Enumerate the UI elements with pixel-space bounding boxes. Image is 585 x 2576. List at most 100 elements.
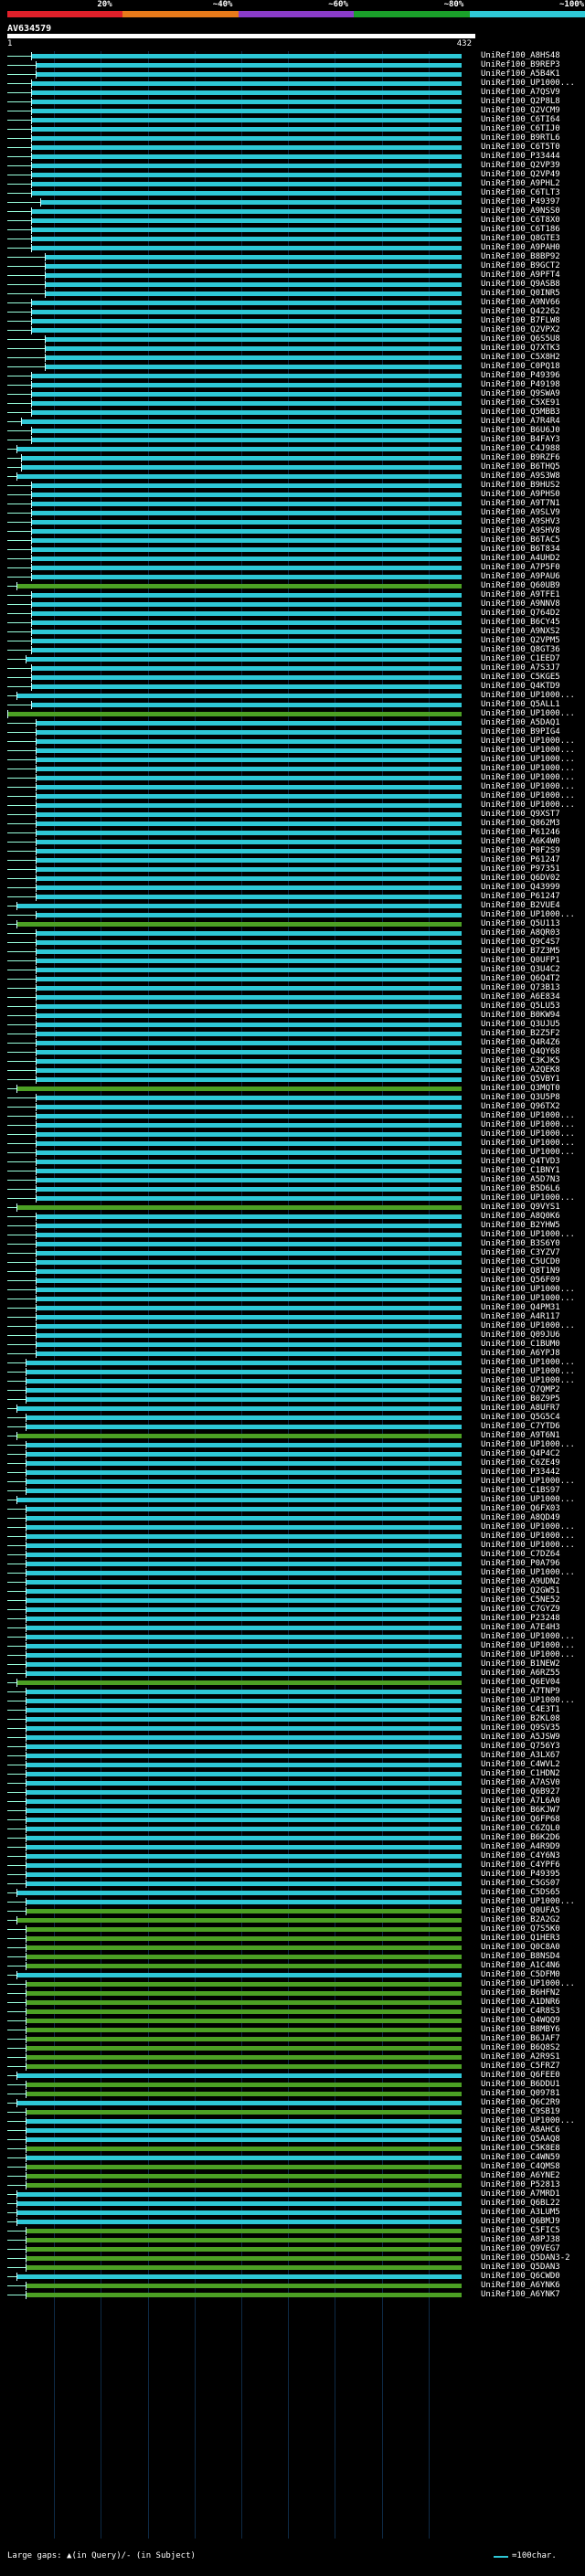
hit-bar[interactable]: [26, 1936, 462, 1941]
hit-label[interactable]: UniRef100_Q6FEE0: [481, 2071, 560, 2080]
hit-label[interactable]: UniRef100_P49395: [481, 1870, 560, 1879]
hit-row[interactable]: UniRef100_Q6BMJ9: [0, 2217, 585, 2226]
hit-bar[interactable]: [30, 639, 462, 643]
hit-bar[interactable]: [35, 1059, 462, 1064]
hit-bar[interactable]: [30, 328, 462, 333]
hit-bar[interactable]: [39, 200, 462, 205]
hit-bar[interactable]: [30, 438, 462, 442]
hit-row[interactable]: UniRef100_A1DNR6: [0, 1998, 585, 2007]
hit-label[interactable]: UniRef100_P61247: [481, 855, 560, 864]
hit-row[interactable]: UniRef100_C1BS97: [0, 1486, 585, 1495]
hit-bar[interactable]: [16, 447, 462, 451]
hit-label[interactable]: UniRef100_UP1000...: [481, 1541, 575, 1550]
hit-label[interactable]: UniRef100_A3LUM5: [481, 2208, 560, 2217]
hit-row[interactable]: UniRef100_Q5DAN3-2: [0, 2253, 585, 2263]
hit-bar[interactable]: [30, 154, 462, 159]
hit-row[interactable]: UniRef100_B1NEW2: [0, 1659, 585, 1669]
hit-row[interactable]: UniRef100_A9NNV8: [0, 599, 585, 609]
hit-bar[interactable]: [26, 1415, 462, 1420]
hit-label[interactable]: UniRef100_A9SHV3: [481, 517, 560, 526]
hit-bar[interactable]: [30, 557, 462, 561]
hit-row[interactable]: UniRef100_Q3UJU5: [0, 1020, 585, 1029]
hit-row[interactable]: UniRef100_C6TIJ0: [0, 124, 585, 133]
hit-row[interactable]: UniRef100_UP1000...: [0, 1568, 585, 1577]
hit-bar[interactable]: [30, 703, 462, 707]
hit-bar[interactable]: [26, 1818, 462, 1822]
hit-row[interactable]: UniRef100_P49395: [0, 1870, 585, 1879]
hit-row[interactable]: UniRef100_UP1000...: [0, 1522, 585, 1532]
hit-bar[interactable]: [26, 1553, 462, 1557]
hit-row[interactable]: UniRef100_Q9C4S7: [0, 938, 585, 947]
hit-label[interactable]: UniRef100_A8AHC6: [481, 2125, 560, 2135]
hit-bar[interactable]: [26, 1726, 462, 1731]
hit-row[interactable]: UniRef100_B6JAF7: [0, 2034, 585, 2043]
hit-label[interactable]: UniRef100_Q3MQT0: [481, 1084, 560, 1093]
hit-row[interactable]: UniRef100_UP1000...: [0, 791, 585, 800]
hit-label[interactable]: UniRef100_P49198: [481, 380, 560, 389]
hit-label[interactable]: UniRef100_UP1000...: [481, 1111, 575, 1120]
hit-label[interactable]: UniRef100_B9RZF6: [481, 453, 560, 462]
hit-bar[interactable]: [35, 1041, 462, 1045]
hit-row[interactable]: UniRef100_UP1000...: [0, 1193, 585, 1203]
hit-row[interactable]: UniRef100_B9RZF6: [0, 453, 585, 462]
hit-label[interactable]: UniRef100_A9PAH0: [481, 243, 560, 252]
hit-label[interactable]: UniRef100_C5FIC5: [481, 2226, 560, 2235]
hit-row[interactable]: UniRef100_A9PFT4: [0, 270, 585, 280]
hit-label[interactable]: UniRef100_C5GS07: [481, 1879, 560, 1888]
hit-bar[interactable]: [35, 730, 462, 735]
hit-bar[interactable]: [30, 502, 462, 506]
hit-row[interactable]: UniRef100_A8Q0K6: [0, 1212, 585, 1221]
hit-label[interactable]: UniRef100_B6HFN2: [481, 1988, 560, 1998]
hit-row[interactable]: UniRef100_P49397: [0, 197, 585, 207]
hit-bar[interactable]: [35, 758, 462, 762]
hit-bar[interactable]: [35, 1141, 462, 1146]
hit-row[interactable]: UniRef100_UP1000...: [0, 737, 585, 746]
hit-row[interactable]: UniRef100_A7S3J7: [0, 663, 585, 673]
hit-row[interactable]: UniRef100_B8NSD4: [0, 1952, 585, 1961]
hit-bar[interactable]: [26, 1607, 462, 1612]
hit-bar[interactable]: [30, 401, 462, 406]
hit-row[interactable]: UniRef100_C7GYZ9: [0, 1605, 585, 1614]
hit-bar[interactable]: [35, 1288, 462, 1292]
hit-label[interactable]: UniRef100_A5D7N3: [481, 1175, 560, 1184]
hit-row[interactable]: UniRef100_Q2VP49: [0, 170, 585, 179]
hit-label[interactable]: UniRef100_A9PHL2: [481, 179, 560, 188]
hit-label[interactable]: UniRef100_A7R4R4: [481, 417, 560, 426]
hit-row[interactable]: UniRef100_Q43999: [0, 883, 585, 892]
hit-bar[interactable]: [30, 182, 462, 186]
hit-row[interactable]: UniRef100_A8HS48: [0, 51, 585, 60]
hit-label[interactable]: UniRef100_Q4QY68: [481, 1047, 560, 1056]
hit-bar[interactable]: [30, 246, 462, 250]
hit-label[interactable]: UniRef100_Q8T1N9: [481, 1267, 560, 1276]
hit-bar[interactable]: [26, 1589, 462, 1594]
hit-label[interactable]: UniRef100_A4R117: [481, 1312, 560, 1321]
hit-bar[interactable]: [26, 2174, 462, 2178]
hit-label[interactable]: UniRef100_Q42262: [481, 307, 560, 316]
hit-label[interactable]: UniRef100_UP1000...: [481, 1120, 575, 1129]
hit-label[interactable]: UniRef100_UP1000...: [481, 79, 575, 88]
hit-label[interactable]: UniRef100_B9PIG4: [481, 727, 560, 737]
hit-label[interactable]: UniRef100_Q4TVD3: [481, 1157, 560, 1166]
hit-bar[interactable]: [30, 301, 462, 305]
hit-bar[interactable]: [35, 867, 462, 872]
hit-label[interactable]: UniRef100_Q2GW51: [481, 1586, 560, 1595]
hit-bar[interactable]: [35, 1251, 462, 1256]
hit-bar[interactable]: [26, 1964, 462, 1968]
hit-label[interactable]: UniRef100_A7QSV9: [481, 88, 560, 97]
hit-label[interactable]: UniRef100_Q9ASB8: [481, 280, 560, 289]
hit-label[interactable]: UniRef100_C5FRZ7: [481, 2062, 560, 2071]
hit-label[interactable]: UniRef100_A2QEK8: [481, 1065, 560, 1075]
hit-label[interactable]: UniRef100_C6T5T0: [481, 143, 560, 152]
hit-label[interactable]: UniRef100_Q3UJU5: [481, 1020, 560, 1029]
hit-label[interactable]: UniRef100_A9T6N1: [481, 1431, 560, 1440]
hit-row[interactable]: UniRef100_C1BUM0: [0, 1340, 585, 1349]
hit-bar[interactable]: [44, 282, 462, 287]
hit-label[interactable]: UniRef100_Q6Q4T2: [481, 974, 560, 983]
hit-row[interactable]: UniRef100_C3KJK5: [0, 1056, 585, 1065]
hit-row[interactable]: UniRef100_Q7QMP2: [0, 1385, 585, 1394]
hit-label[interactable]: UniRef100_UP1000...: [481, 1193, 575, 1203]
hit-bar[interactable]: [26, 2009, 462, 2014]
hit-row[interactable]: UniRef100_A6YNE2: [0, 2171, 585, 2180]
hit-bar[interactable]: [35, 1132, 462, 1137]
hit-row[interactable]: UniRef100_A6YNK6: [0, 2281, 585, 2290]
